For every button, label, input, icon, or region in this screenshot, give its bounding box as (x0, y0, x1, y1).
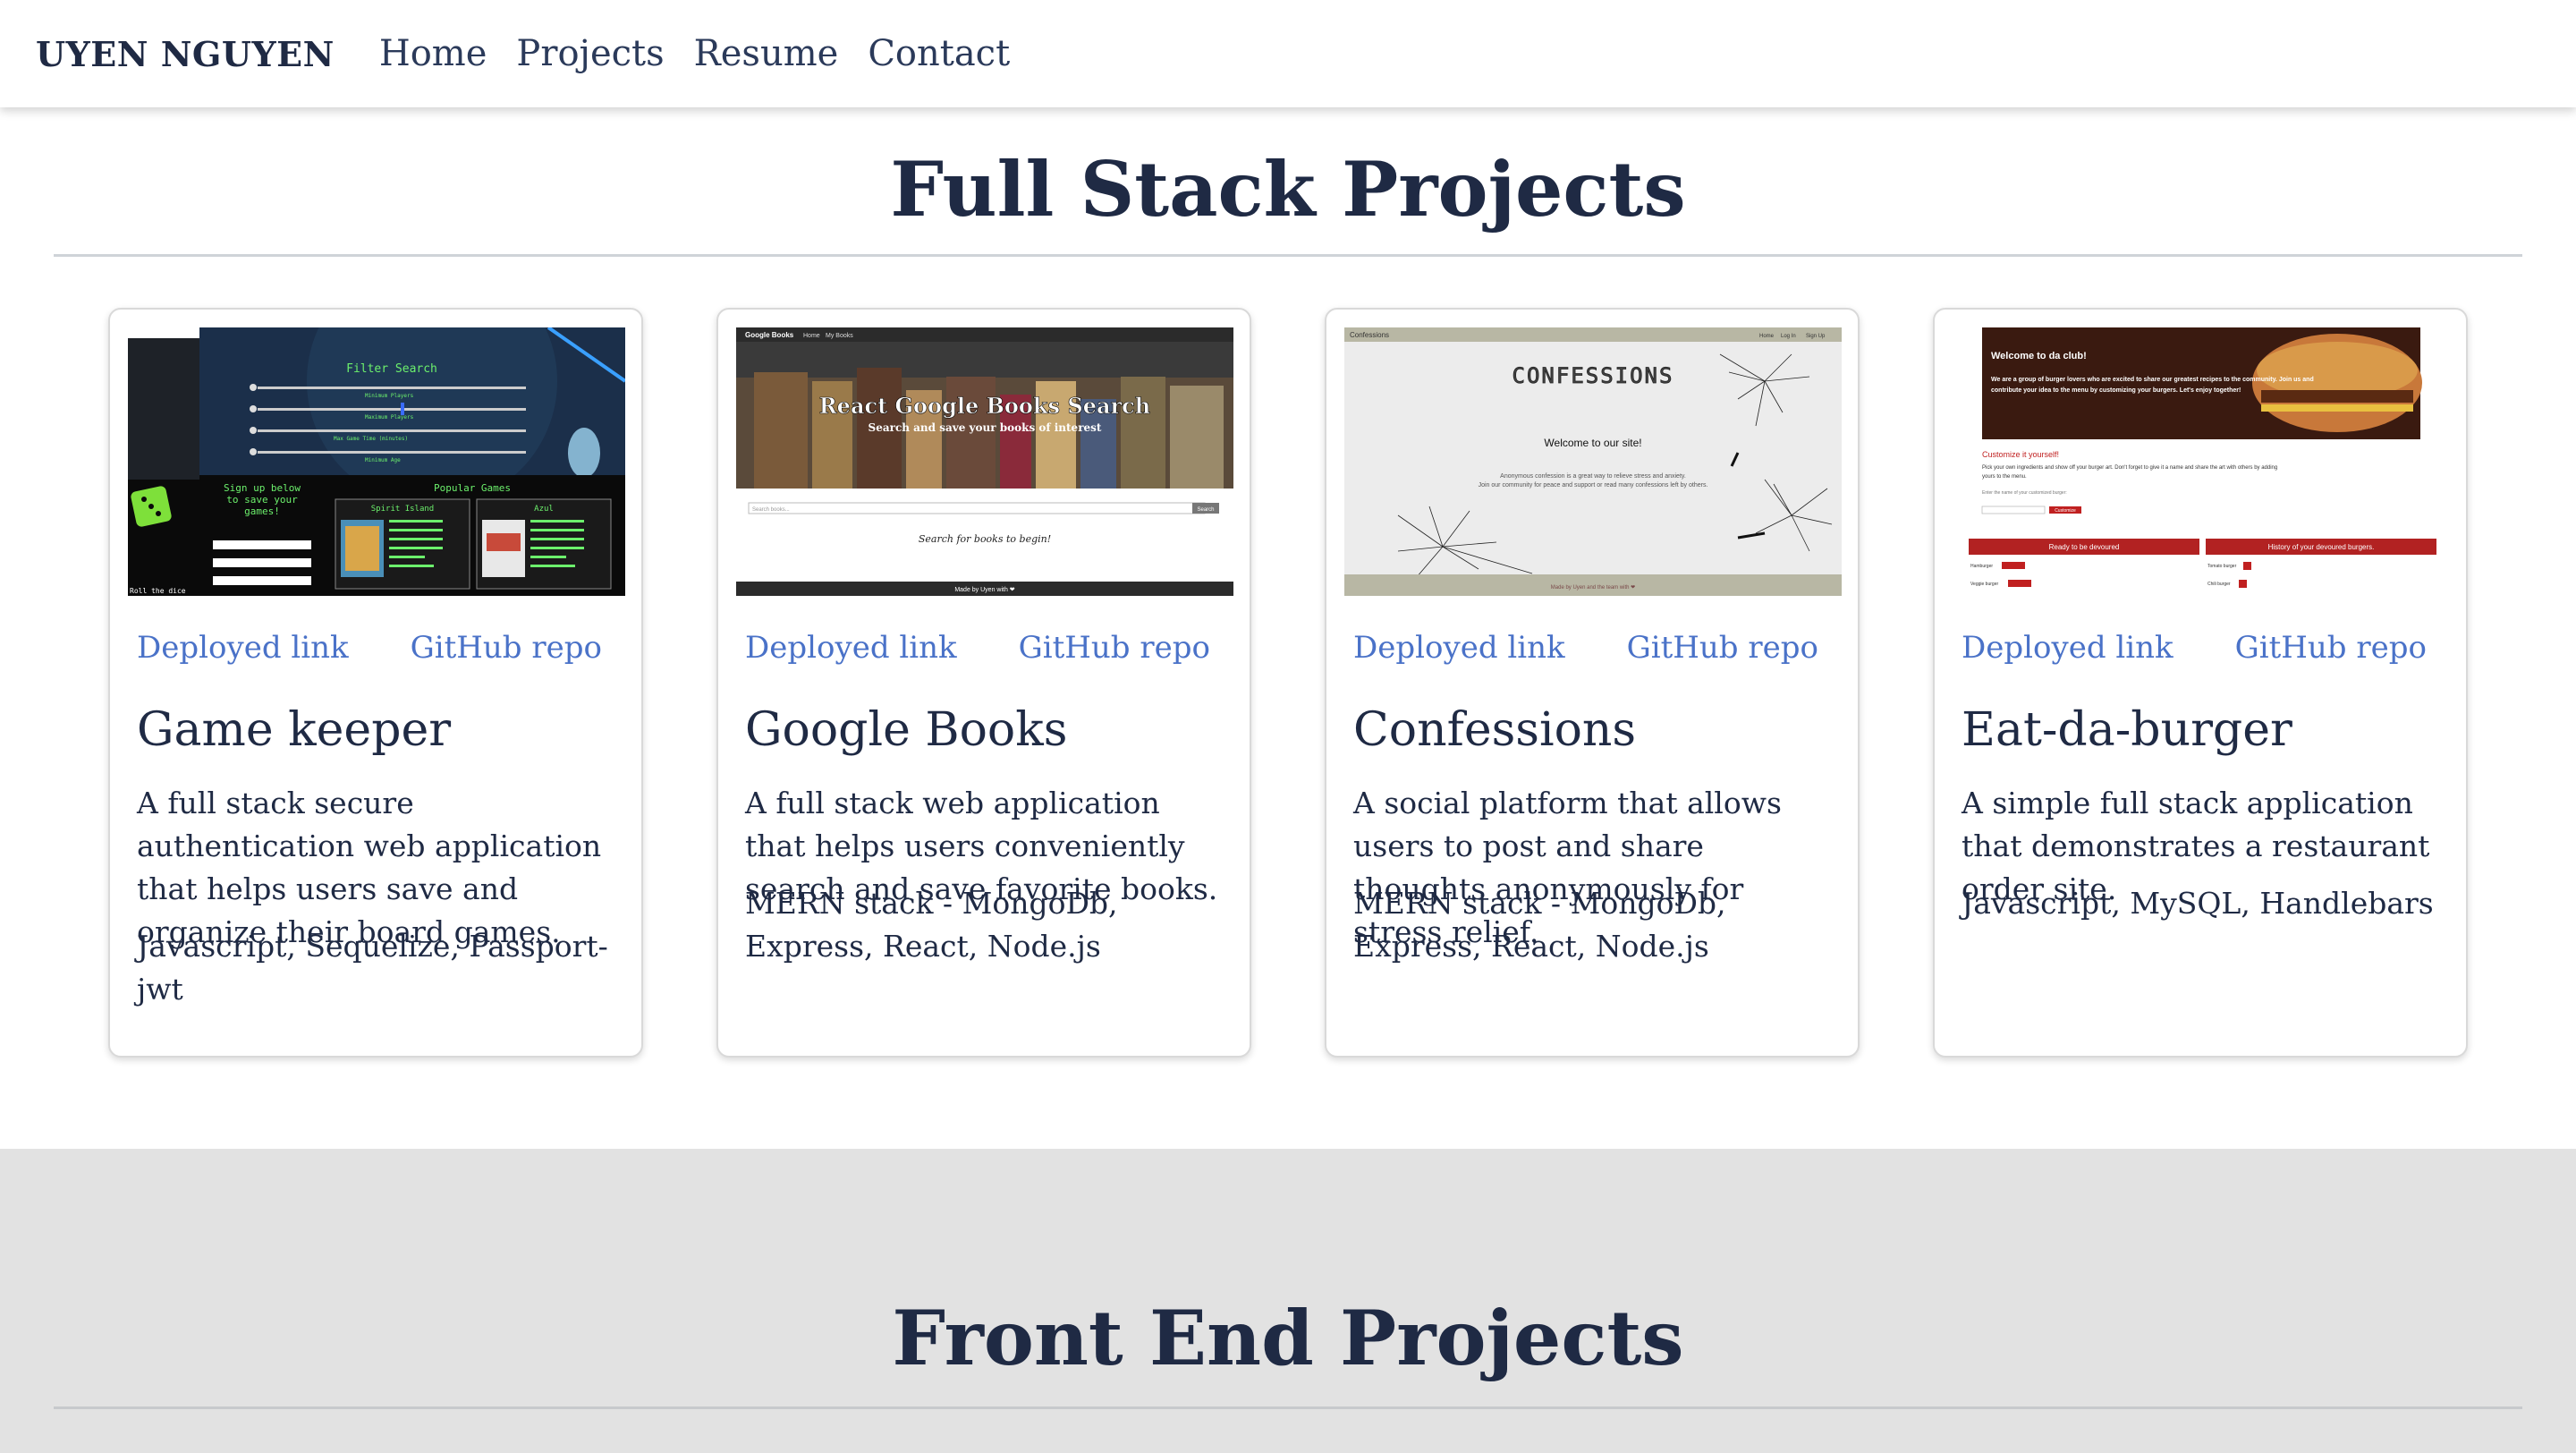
front-end-section: Front End Projects (0, 1149, 2576, 1453)
svg-text:Pick your own ingredients and: Pick your own ingredients and show off y… (1982, 465, 2277, 471)
deployed-link[interactable]: Deployed link (1353, 630, 1565, 666)
project-tech-stack: Javascript, Sequelize, Passport-jwt (137, 929, 608, 1007)
nav-link-resume[interactable]: Resume (694, 33, 839, 74)
project-links: Deployed link GitHub repo (745, 630, 1210, 666)
project-title: Game keeper (137, 703, 452, 757)
svg-text:Chili burger: Chili burger (2207, 582, 2231, 587)
svg-text:History of your devoured burge: History of your devoured burgers. (2268, 543, 2375, 551)
svg-text:CONFESSIONS: CONFESSIONS (1513, 363, 1674, 388)
svg-text:Minimum Players: Minimum Players (365, 393, 414, 399)
svg-text:Tomato burger: Tomato burger (2207, 564, 2237, 569)
svg-text:Roll the dice: Roll the dice (130, 587, 186, 595)
project-links: Deployed link GitHub repo (137, 630, 602, 666)
svg-text:Welcome to our site!: Welcome to our site! (1544, 437, 1641, 449)
svg-text:Max Game Time (minutes): Max Game Time (minutes) (334, 436, 408, 442)
svg-text:Sign Up: Sign Up (1806, 334, 1826, 339)
svg-text:Veggie burger: Veggie burger (1970, 582, 1998, 587)
project-title: Google Books (745, 703, 1068, 757)
svg-text:Minimum Age: Minimum Age (365, 457, 401, 463)
nav-link-home[interactable]: Home (379, 33, 487, 74)
project-links: Deployed link GitHub repo (1962, 630, 2427, 666)
svg-text:to save your: to save your (226, 494, 298, 506)
svg-text:Sign up below: Sign up below (224, 482, 301, 494)
deployed-link[interactable]: Deployed link (745, 630, 957, 666)
project-title: Confessions (1353, 703, 1637, 757)
github-repo-link[interactable]: GitHub repo (1019, 630, 1210, 666)
brand-logo[interactable]: UYEN NGUYEN (36, 34, 335, 74)
deployed-link[interactable]: Deployed link (137, 630, 349, 666)
svg-text:Home: Home (803, 333, 820, 339)
svg-text:Customize: Customize (2055, 508, 2076, 514)
deployed-link[interactable]: Deployed link (1962, 630, 2174, 666)
project-title: Eat-da-burger (1962, 703, 2292, 757)
svg-text:Azul: Azul (534, 505, 554, 514)
svg-text:Join our community for peace a: Join our community for peace and support… (1479, 482, 1708, 489)
svg-text:Search books...: Search books... (752, 507, 790, 513)
svg-text:contribute your idea to the me: contribute your idea to the menu by cust… (1991, 387, 2241, 394)
github-repo-link[interactable]: GitHub repo (2235, 630, 2427, 666)
project-screenshot[interactable]: Google Books Home My Books React Google … (736, 327, 1233, 596)
svg-text:Customize it yourself!: Customize it yourself! (1982, 450, 2059, 459)
svg-text:Ready to be devoured: Ready to be devoured (2049, 543, 2120, 551)
game-keeper-preview: Filter Search Minimum Players Maximum Pl… (128, 327, 625, 596)
top-navbar: UYEN NGUYEN Home Projects Resume Contact (0, 0, 2576, 107)
section-divider (54, 254, 2522, 257)
nav-link-projects[interactable]: Projects (516, 33, 664, 74)
svg-text:Anonymous confession is a grea: Anonymous confession is a great way to r… (1500, 473, 1686, 480)
project-card-game-keeper: Filter Search Minimum Players Maximum Pl… (108, 308, 643, 1058)
dice-icon (131, 486, 172, 527)
svg-text:Search for books to begin!: Search for books to begin! (919, 533, 1051, 545)
section-title: Front End Projects (892, 1294, 1684, 1382)
svg-text:Search: Search (1197, 507, 1214, 513)
project-screenshot[interactable]: Filter Search Minimum Players Maximum Pl… (128, 327, 625, 596)
nav-link-contact[interactable]: Contact (868, 33, 1010, 74)
svg-text:Welcome to da club!: Welcome to da club! (1991, 351, 2087, 361)
svg-text:yours to the menu.: yours to the menu. (1982, 474, 2027, 480)
svg-text:Spirit Island: Spirit Island (371, 505, 434, 514)
svg-text:Popular Games: Popular Games (434, 482, 511, 494)
project-tech-stack: MERN stack - MongoDb, Express, React, No… (745, 886, 1118, 964)
project-card-eat-da-burger: Welcome to da club! We are a group of bu… (1933, 308, 2468, 1058)
svg-text:Search and save your books of: Search and save your books of interest (869, 421, 1102, 434)
full-stack-section: Full Stack Projects Filter Search Minimu… (0, 107, 2576, 1149)
svg-text:Made by Uyen and the team with: Made by Uyen and the team with ❤ (1551, 585, 1635, 591)
svg-text:Google Books: Google Books (745, 331, 794, 339)
github-repo-link[interactable]: GitHub repo (411, 630, 602, 666)
svg-text:My Books: My Books (826, 333, 853, 339)
svg-text:Home: Home (1759, 334, 1775, 339)
project-card-google-books: Google Books Home My Books React Google … (716, 308, 1251, 1058)
project-tech-stack: Javascript, MySQL, Handlebars (1962, 886, 2434, 921)
svg-text:games!: games! (244, 506, 280, 517)
svg-text:React Google Books Search: React Google Books Search (819, 393, 1151, 419)
section-title: Full Stack Projects (890, 145, 1686, 234)
svg-text:Made by Uyen with ❤: Made by Uyen with ❤ (954, 587, 1014, 593)
svg-text:Confessions: Confessions (1350, 331, 1389, 339)
project-screenshot[interactable]: Confessions Home Log In Sign Up CONFESSI… (1344, 327, 1842, 596)
svg-text:We are a group of burger lover: We are a group of burger lovers who are … (1991, 377, 2314, 383)
filter-search-label: Filter Search (346, 362, 437, 376)
github-repo-link[interactable]: GitHub repo (1627, 630, 1818, 666)
project-links: Deployed link GitHub repo (1353, 630, 1818, 666)
project-card-confessions: Confessions Home Log In Sign Up CONFESSI… (1325, 308, 1860, 1058)
svg-text:Log In: Log In (1781, 334, 1796, 339)
svg-text:Maximum Players: Maximum Players (365, 414, 414, 421)
project-tech-stack: MERN stack - MongoDb, Express, React, No… (1353, 886, 1726, 964)
section-divider (54, 1406, 2522, 1409)
project-screenshot[interactable]: Welcome to da club! We are a group of bu… (1953, 327, 2450, 596)
svg-text:Enter the name of your customi: Enter the name of your customized burger… (1982, 490, 2067, 496)
google-books-preview: Google Books Home My Books React Google … (736, 327, 1233, 596)
confessions-preview: Confessions Home Log In Sign Up CONFESSI… (1344, 327, 1842, 596)
eat-da-burger-preview: Welcome to da club! We are a group of bu… (1953, 327, 2450, 596)
svg-text:Hamburger: Hamburger (1970, 564, 1993, 569)
